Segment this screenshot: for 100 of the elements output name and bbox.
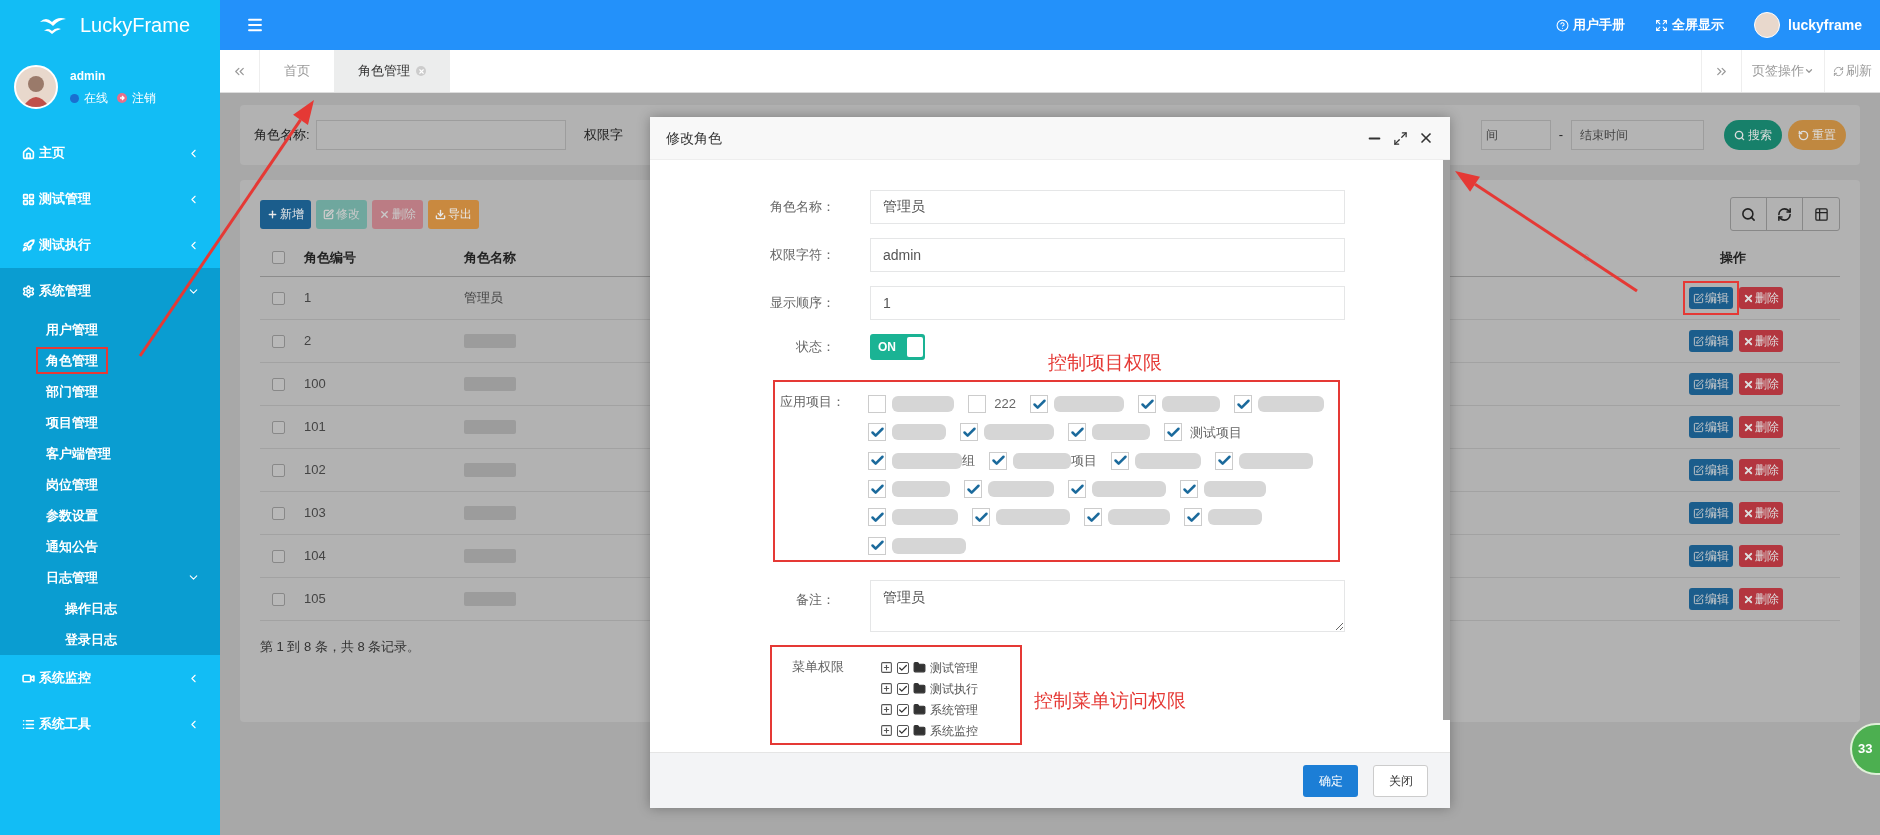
expand-icon[interactable] [880, 661, 893, 674]
note-field[interactable]: 管理员 [870, 580, 1345, 632]
checkbox[interactable] [1068, 480, 1087, 499]
sidebar-menu-item[interactable]: 系统管理 [22, 281, 91, 301]
expand-icon[interactable] [880, 724, 893, 737]
sidebar-submenu-item[interactable]: 项目管理 [36, 408, 108, 437]
close-button[interactable]: 关闭 [1373, 764, 1428, 797]
row-checkbox[interactable] [272, 334, 285, 348]
checkbox[interactable] [1184, 508, 1203, 527]
sidebar-submenu-item[interactable]: 客户端管理 [36, 439, 121, 468]
fullscreen-link[interactable]: 全屏显示 [1655, 15, 1725, 35]
sidebar-submenu-item[interactable]: 操作日志 [55, 594, 127, 623]
delete-button[interactable]: 删除 [1739, 287, 1783, 309]
pagination-summary: 第 1 到 8 条，共 8 条记录。 [260, 638, 422, 656]
checkbox[interactable] [868, 480, 887, 499]
row-checkbox[interactable] [272, 549, 285, 563]
edit-button[interactable]: 编辑 [1689, 416, 1733, 438]
delete-button[interactable]: 删除 [1739, 502, 1783, 524]
confirm-button[interactable]: 确定 [1303, 764, 1358, 797]
expand-icon[interactable] [880, 703, 893, 716]
checkbox[interactable] [868, 451, 887, 470]
checkbox[interactable] [1138, 395, 1156, 414]
tree-checkbox[interactable] [897, 703, 909, 716]
tree-checkbox[interactable] [897, 682, 909, 695]
user-menu[interactable]: luckyframe [1754, 12, 1862, 38]
page-tab[interactable]: 角色管理 [334, 50, 450, 92]
sidebar-submenu-item[interactable]: 日志管理 [36, 563, 108, 592]
tab-actions-dropdown[interactable]: 页签操作 [1741, 50, 1824, 92]
checkbox[interactable] [1234, 395, 1252, 414]
row-checkbox[interactable] [272, 420, 285, 434]
checkbox[interactable] [1215, 451, 1234, 470]
sidebar-menu-item[interactable]: 主页 [22, 143, 65, 163]
edit-button[interactable]: 编辑 [1689, 588, 1733, 610]
checkbox[interactable] [972, 508, 991, 527]
checkbox[interactable] [868, 395, 887, 414]
refresh-button[interactable]: 刷新 [1824, 50, 1880, 92]
delete-button[interactable]: 删除 [1739, 545, 1783, 567]
checkbox[interactable] [1180, 480, 1199, 499]
status-toggle[interactable]: ON [870, 334, 925, 360]
row-checkbox[interactable] [272, 592, 285, 606]
reset-button[interactable]: 重置 [1788, 120, 1846, 150]
checkbox[interactable] [964, 480, 983, 499]
checkbox[interactable] [868, 423, 887, 442]
search-button[interactable]: 搜索 [1724, 120, 1782, 150]
scrollbar[interactable] [1443, 160, 1450, 720]
sidebar-submenu-item[interactable]: 部门管理 [36, 377, 108, 406]
delete-button[interactable]: 删除 [1739, 330, 1783, 352]
checkbox[interactable] [989, 451, 1008, 470]
checkbox[interactable] [1111, 451, 1130, 470]
edit-button[interactable]: 编辑 [1689, 459, 1733, 481]
edit-button[interactable]: 编辑 [1689, 545, 1733, 567]
tree-checkbox[interactable] [897, 661, 909, 674]
checkbox[interactable] [968, 395, 987, 414]
edit-button[interactable]: 编辑 [1689, 287, 1733, 309]
delete-button[interactable]: 删除 [1739, 588, 1783, 610]
table-cell-text: 管理员 [464, 289, 503, 308]
end-time-field[interactable]: 结束时间 [1571, 120, 1704, 150]
maximize-icon[interactable] [1393, 130, 1408, 146]
checkbox[interactable] [1030, 395, 1048, 414]
text-field[interactable]: admin [870, 238, 1345, 272]
sidebar-submenu-item[interactable]: 角色管理 [36, 346, 108, 375]
close-icon[interactable] [1418, 130, 1434, 146]
manual-link[interactable]: 用户手册 [1556, 15, 1626, 35]
sidebar-submenu-item[interactable]: 通知公告 [36, 532, 108, 561]
row-checkbox[interactable] [272, 506, 285, 520]
row-checkbox[interactable] [272, 377, 285, 391]
edit-button[interactable]: 编辑 [1689, 502, 1733, 524]
text-field[interactable]: 管理员 [870, 190, 1345, 224]
edit-button[interactable]: 编辑 [1689, 330, 1733, 352]
page-tab[interactable]: 首页 [260, 50, 334, 92]
start-time-field[interactable]: 间 [1480, 120, 1551, 150]
edit-button[interactable]: 编辑 [1689, 373, 1733, 395]
sidebar-submenu-item[interactable]: 登录日志 [55, 625, 127, 654]
checkbox[interactable] [1068, 423, 1087, 442]
text-field[interactable]: 1 [870, 286, 1345, 320]
sidebar-menu-item[interactable]: 测试管理 [22, 189, 91, 209]
checkbox[interactable] [868, 536, 887, 555]
checkbox[interactable] [1084, 508, 1103, 527]
delete-button[interactable]: 删除 [1739, 373, 1783, 395]
checkbox[interactable] [960, 423, 979, 442]
toolbar-button[interactable]: 导出 [428, 199, 479, 229]
table-cell-text: 2 [304, 332, 312, 351]
expand-icon[interactable] [880, 682, 893, 695]
select-all-checkbox[interactable] [272, 251, 285, 264]
delete-button[interactable]: 删除 [1739, 416, 1783, 438]
row-checkbox[interactable] [272, 291, 285, 305]
sidebar-submenu-item[interactable]: 用户管理 [36, 315, 108, 344]
toolbar-button[interactable]: 新增 [260, 199, 311, 229]
sidebar-menu-item[interactable]: 测试执行 [22, 235, 91, 255]
logout-link[interactable]: 注销 [132, 89, 156, 107]
checkbox[interactable] [868, 508, 887, 527]
row-checkbox[interactable] [272, 463, 285, 477]
sidebar-menu-item[interactable]: 系统工具 [22, 714, 91, 734]
sidebar-menu-item[interactable]: 系统监控 [22, 668, 91, 688]
check-icon [1069, 425, 1085, 440]
sidebar-submenu-item[interactable]: 参数设置 [36, 501, 108, 530]
tree-checkbox[interactable] [897, 724, 909, 737]
delete-button[interactable]: 删除 [1739, 459, 1783, 481]
checkbox[interactable] [1164, 423, 1183, 442]
sidebar-submenu-item[interactable]: 岗位管理 [36, 470, 108, 499]
